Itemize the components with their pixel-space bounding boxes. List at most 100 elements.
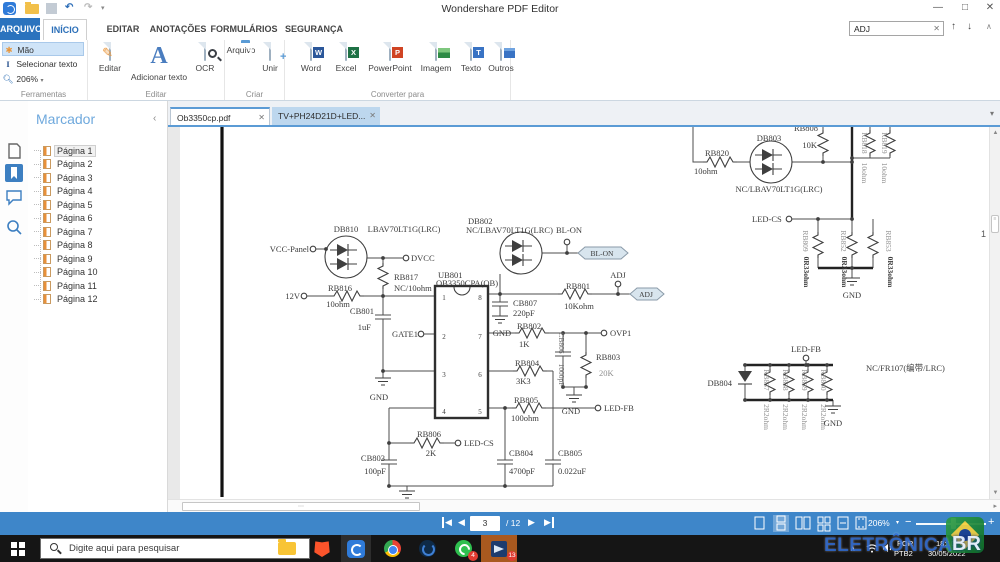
bookmark-pagina-10[interactable]: Página 10 bbox=[34, 266, 164, 280]
ocr-button[interactable]: OCR bbox=[188, 43, 222, 73]
tray-keyboard[interactable]: PTB2 bbox=[894, 549, 913, 558]
converter-outros-button[interactable]: Outros bbox=[486, 43, 516, 73]
vertical-scrollbar[interactable]: ▲ ≡ ▼ bbox=[989, 127, 1000, 499]
converter-excel-button[interactable]: X Excel bbox=[328, 43, 364, 73]
bookmark-pagina-3[interactable]: Página 3 bbox=[34, 171, 164, 185]
zoom-slider-thumb[interactable] bbox=[951, 518, 956, 529]
page-number-input[interactable]: 3 bbox=[470, 516, 500, 531]
scroll-up-icon[interactable]: ▲ bbox=[990, 130, 1000, 136]
bookmark-pagina-5[interactable]: Página 5 bbox=[34, 198, 164, 212]
find-clear-icon[interactable]: ✕ bbox=[933, 24, 940, 33]
svg-text:LBAV70LT1G(LRC): LBAV70LT1G(LRC) bbox=[368, 224, 441, 234]
tab-arquivo[interactable]: ARQUIVO bbox=[0, 18, 40, 40]
bookmark-pagina-7[interactable]: Página 7 bbox=[34, 225, 164, 239]
converter-texto-button[interactable]: T Texto bbox=[456, 43, 486, 73]
tray-date[interactable]: 30/05/2022 bbox=[928, 549, 966, 558]
taskbar-messenger-icon[interactable]: 13 bbox=[481, 535, 517, 562]
zoom-caret-icon[interactable]: ▾ bbox=[41, 78, 44, 84]
unir-label: Unir bbox=[257, 63, 283, 73]
taskbar-file-explorer-icon[interactable] bbox=[272, 535, 302, 562]
comments-icon[interactable] bbox=[4, 187, 24, 207]
horizontal-scroll-thumb[interactable]: ⋯ bbox=[182, 502, 420, 511]
speaker-icon[interactable] bbox=[882, 543, 893, 553]
doc-tab-tv-ph24d21d[interactable]: TV+PH24D21D+LED... ✕ bbox=[272, 107, 380, 127]
ocr-page-icon bbox=[204, 42, 206, 61]
svg-text:100pF: 100pF bbox=[364, 466, 386, 476]
minimize-button[interactable]: — bbox=[928, 2, 948, 13]
criar-arquivo-button[interactable]: + Arquivo bbox=[225, 43, 257, 55]
tab-editar[interactable]: EDITAR bbox=[102, 18, 144, 40]
editar-button[interactable]: ✎ Editar bbox=[92, 43, 128, 73]
close-button[interactable]: ✕ bbox=[980, 2, 1000, 13]
svg-text:BL-ON: BL-ON bbox=[556, 225, 582, 235]
thumbnails-icon[interactable] bbox=[4, 141, 24, 161]
scroll-right-icon[interactable]: ▸ bbox=[993, 502, 997, 510]
doc-tab-ob3350[interactable]: Ob3350cp.pdf ✕ bbox=[170, 107, 270, 127]
find-input[interactable]: ADJ ✕ bbox=[849, 21, 944, 36]
tray-chevron-icon[interactable]: ∧ bbox=[850, 544, 856, 553]
converter-word-button[interactable]: W Word bbox=[294, 43, 328, 73]
unir-button[interactable]: + Unir bbox=[257, 43, 283, 73]
taskbar-pdf-editor-icon[interactable] bbox=[341, 535, 371, 562]
taskbar-brave-icon[interactable] bbox=[307, 535, 337, 562]
tab-formularios[interactable]: FORMULÁRIOS bbox=[210, 18, 278, 40]
bookmark-pagina-12[interactable]: Página 12 bbox=[34, 293, 164, 307]
maximize-button[interactable]: □ bbox=[955, 2, 975, 13]
start-button[interactable] bbox=[11, 542, 25, 556]
taskbar-search-input[interactable]: Digite aqui para pesquisar bbox=[40, 538, 310, 559]
converter-powerpoint-button[interactable]: P PowerPoint bbox=[364, 43, 416, 73]
zoom-level-button[interactable]: 🔍︎ 206% ▾ bbox=[2, 72, 84, 86]
svg-text:RB808: RB808 bbox=[794, 127, 818, 133]
bookmark-pagina-2[interactable]: Página 2 bbox=[34, 158, 164, 172]
group-converter: W Word X Excel P PowerPoint Imagem T Tex… bbox=[285, 40, 511, 100]
taskbar-chrome-icon[interactable] bbox=[377, 535, 407, 562]
tab-anotacoes[interactable]: ANOTAÇÕES bbox=[148, 18, 208, 40]
bookmarks-icon[interactable] bbox=[4, 163, 24, 183]
bookmark-pagina-11[interactable]: Página 11 bbox=[34, 279, 164, 293]
bookmark-pagina-1[interactable]: Página 1 bbox=[34, 144, 164, 158]
last-page-button[interactable]: ▶ bbox=[544, 517, 554, 528]
horizontal-scrollbar[interactable]: ⋯ ▸ bbox=[168, 499, 1000, 512]
panel-collapse-icon[interactable]: ‹ bbox=[153, 113, 156, 124]
previous-page-button[interactable]: ◀ bbox=[458, 517, 465, 528]
scroll-down-icon[interactable]: ▼ bbox=[990, 490, 1000, 496]
select-text-button[interactable]: I Selecionar texto bbox=[2, 57, 84, 71]
svg-text:GND: GND bbox=[493, 328, 511, 338]
svg-text:10K: 10K bbox=[802, 140, 818, 150]
tab-seguranca[interactable]: SEGURANÇA bbox=[284, 18, 344, 40]
adicionar-texto-button[interactable]: A Adicionar texto bbox=[130, 43, 188, 82]
pdf-viewport[interactable]: RB820 10ohm DB803 NC/LBAV70LT1G(LRC) RB8… bbox=[168, 127, 1000, 512]
bookmark-pagina-6[interactable]: Página 6 bbox=[34, 212, 164, 226]
search-panel-icon[interactable] bbox=[4, 217, 24, 237]
zoom-in-button[interactable]: + bbox=[988, 516, 994, 528]
bookmark-pagina-9[interactable]: Página 9 bbox=[34, 252, 164, 266]
view-mode-buttons[interactable] bbox=[750, 515, 872, 532]
bookmark-pagina-8[interactable]: Página 8 bbox=[34, 239, 164, 253]
converter-imagem-button[interactable]: Imagem bbox=[416, 43, 456, 73]
zoom-caret-icon[interactable]: ▾ bbox=[896, 519, 899, 526]
ribbon-pin-icon[interactable]: ▾ bbox=[990, 109, 994, 118]
find-query[interactable]: ADJ bbox=[854, 24, 870, 34]
hand-tool-button[interactable]: ✱ Mão bbox=[2, 42, 84, 56]
svg-text:0R33ohm: 0R33ohm bbox=[840, 257, 849, 289]
bookmark-pagina-4[interactable]: Página 4 bbox=[34, 185, 164, 199]
taskbar-app-icon[interactable] bbox=[412, 535, 442, 562]
wifi-icon[interactable] bbox=[866, 543, 878, 553]
doc-tab-close-icon[interactable]: ✕ bbox=[369, 107, 376, 125]
cube-icon bbox=[504, 48, 515, 58]
zoom-out-button[interactable]: − bbox=[905, 516, 911, 528]
find-next-button[interactable]: ↓ bbox=[967, 21, 972, 32]
findbar-collapse-icon[interactable]: ∧ bbox=[986, 22, 992, 31]
next-page-button[interactable]: ▶ bbox=[528, 517, 535, 528]
find-previous-button[interactable]: ↑ bbox=[951, 21, 956, 32]
first-page-button[interactable]: ◀ bbox=[442, 517, 452, 528]
tray-language[interactable]: POR bbox=[897, 539, 913, 548]
excel-doc-icon: X bbox=[345, 42, 347, 61]
tab-inicio[interactable]: INÍCIO bbox=[43, 19, 87, 40]
svg-text:CB806: CB806 bbox=[557, 332, 566, 354]
vertical-scroll-thumb[interactable]: ≡ bbox=[991, 215, 999, 233]
statusbar-zoom-label[interactable]: 206% bbox=[868, 518, 890, 528]
taskbar-whatsapp-icon[interactable]: 4 bbox=[448, 535, 478, 562]
svg-text:VCC-Panel: VCC-Panel bbox=[270, 244, 310, 254]
tray-time[interactable]: 18:10 bbox=[936, 539, 955, 548]
